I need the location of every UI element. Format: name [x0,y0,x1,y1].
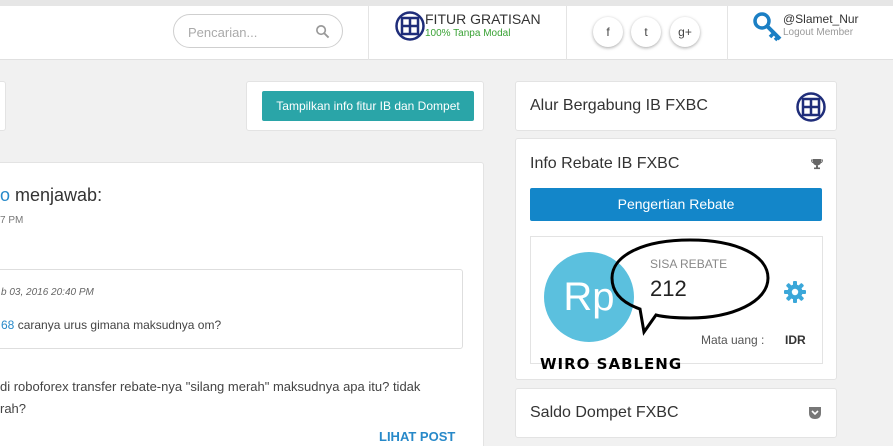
rebate-title: Info Rebate IB FXBC [530,155,680,172]
username: @Slamet_Nur [783,12,859,26]
fxbc-logo-icon [395,11,425,41]
twitter-icon[interactable]: t [631,17,661,47]
sisa-rebate-value: 212 [650,276,687,301]
read-more-link[interactable]: LIHAT POST [379,429,455,444]
key-icon [753,12,782,42]
pocket-icon[interactable] [808,406,822,420]
mention-link[interactable]: 68 [1,318,14,332]
answer-paragraph: di roboforex transfer rebate-nya "silang… [0,379,421,416]
alur-widget[interactable]: Alur Bergabung IB FXBC [515,81,837,131]
trophy-icon [811,159,823,170]
saldo-title: Saldo Dompet FXBC [530,404,679,421]
author-link[interactable]: o [0,185,10,205]
show-info-button[interactable]: Tampilkan info fitur IB dan Dompet [262,91,474,121]
google-plus-icon[interactable]: g+ [670,17,700,47]
fitur-title: FITUR GRATISAN [425,11,541,27]
left-panel-edge [0,81,6,131]
quote-date: b 03, 2016 20:40 PM [1,287,94,298]
currency-label: Mata uang : [701,333,765,347]
fitur-subtitle: 100% Tanpa Modal [425,28,511,39]
logout-link[interactable]: Logout Member [783,27,853,38]
wiro-sableng-stamp: WIRO SABLENG [540,355,683,373]
facebook-icon[interactable]: f [593,17,623,47]
saldo-widget[interactable]: Saldo Dompet FXBC [515,388,837,438]
pengertian-rebate-button[interactable]: Pengertian Rebate [530,188,822,221]
answer-action: menjawab: [10,185,103,205]
search-icon[interactable] [315,24,330,39]
gear-icon[interactable] [783,280,807,304]
quote-text: 68 caranya urus gimana maksudnya om? [1,318,221,332]
quote-box: b 03, 2016 20:40 PM 68 caranya urus gima… [0,269,463,349]
search-box[interactable] [173,14,343,48]
header-divider [727,6,728,60]
answer-time: 7 PM [0,215,24,226]
quote-body: caranya urus gimana maksudnya om? [14,318,222,332]
speech-bubble-annotation [610,238,770,336]
alur-title: Alur Bergabung IB FXBC [530,97,708,114]
answer-author: o menjawab: [0,185,102,206]
currency-value: IDR [785,333,806,347]
fxbc-logo-icon [796,92,826,122]
search-input[interactable] [188,23,313,41]
sisa-rebate-label: SISA REBATE [650,257,728,271]
header-divider [368,6,369,60]
header-divider [566,6,567,60]
